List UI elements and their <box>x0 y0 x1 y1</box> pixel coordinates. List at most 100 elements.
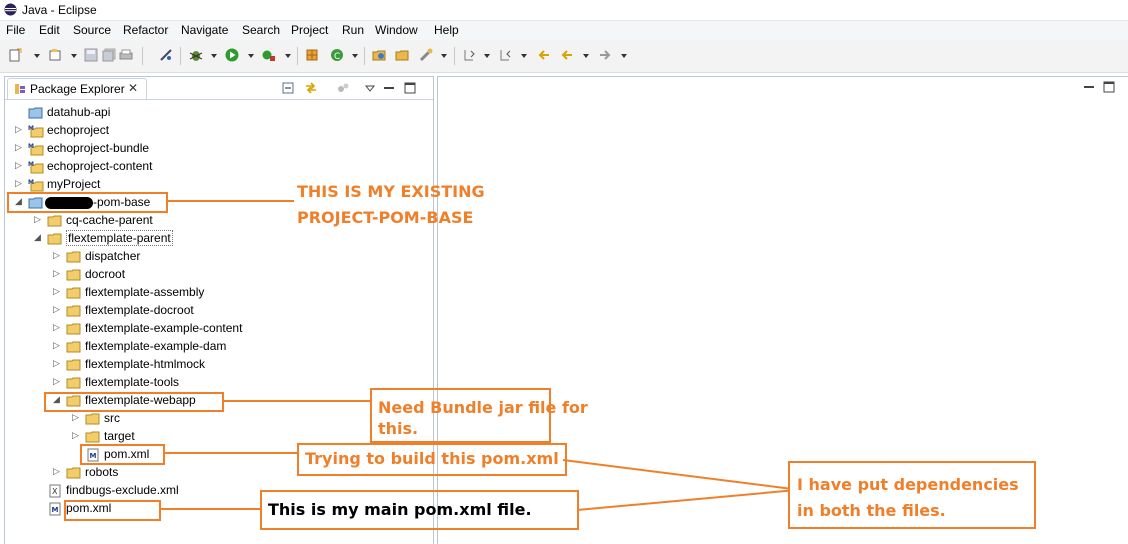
new-java-package-icon[interactable] <box>305 48 319 62</box>
expand-toggle-icon[interactable]: ▷ <box>15 124 22 135</box>
save-icon[interactable] <box>84 48 98 62</box>
tree-item-label: dispatcher <box>85 249 141 263</box>
tree-item-flextemplate-example-dam[interactable]: ▷ flextemplate-example-dam <box>5 338 425 356</box>
expand-toggle-icon[interactable]: ▷ <box>53 340 60 351</box>
open-type-icon[interactable] <box>372 48 386 62</box>
collapse-all-icon[interactable] <box>281 81 295 95</box>
new-class-dropdown-icon[interactable] <box>352 54 358 58</box>
maven-pom-icon: M <box>47 502 63 516</box>
link-with-editor-icon[interactable] <box>304 81 318 95</box>
previous-annotation-dropdown-icon[interactable] <box>521 54 527 58</box>
tree-item-echoproject-content[interactable]: ▷ Mechoproject-content <box>5 158 425 176</box>
maven-project-icon: M <box>28 178 44 192</box>
expand-toggle-icon[interactable]: ▷ <box>53 358 60 369</box>
forward-dropdown-icon[interactable] <box>621 54 627 58</box>
next-annotation-dropdown-icon[interactable] <box>484 54 490 58</box>
annotation-main-pom: This is my main pom.xml file. <box>268 500 532 519</box>
print-icon[interactable] <box>119 48 133 62</box>
maven-project-icon: M <box>28 142 44 156</box>
open-folder-icon[interactable] <box>395 48 409 62</box>
tree-item-echoproject[interactable]: ▷ Mechoproject <box>5 122 425 140</box>
tree-item-echoproject-bundle[interactable]: ▷ Mechoproject-bundle <box>5 140 425 158</box>
tab-label: Package Explorer <box>30 82 125 96</box>
expand-toggle-icon[interactable]: ▷ <box>53 322 60 333</box>
folder-icon <box>66 304 82 318</box>
tree-item-flextemplate-parent[interactable]: ◢ flextemplate-parent <box>5 230 425 248</box>
close-icon[interactable]: ✕ <box>128 81 138 95</box>
expand-toggle-icon[interactable]: ▷ <box>53 304 60 315</box>
menu-window[interactable]: Window <box>375 23 418 37</box>
menu-source[interactable]: Source <box>73 23 111 37</box>
search-dropdown-icon[interactable] <box>441 54 447 58</box>
view-menu-icon[interactable] <box>363 81 377 95</box>
tree-item-label: datahub-api <box>47 105 111 119</box>
new-dropdown-icon[interactable] <box>34 54 40 58</box>
back-dropdown-icon[interactable] <box>583 54 589 58</box>
window-title: Java - Eclipse <box>22 3 97 17</box>
package-explorer-icon <box>15 84 25 94</box>
editor-minimize-icon[interactable] <box>1083 81 1095 93</box>
back-icon[interactable] <box>560 48 574 62</box>
menu-project[interactable]: Project <box>291 23 328 37</box>
save-all-icon[interactable] <box>102 48 116 62</box>
tree-item-dispatcher[interactable]: ▷ dispatcher <box>5 248 425 266</box>
new-java-class-icon[interactable]: C <box>330 48 344 62</box>
expand-toggle-icon[interactable]: ▷ <box>34 214 41 225</box>
tree-item-label: target <box>104 429 135 443</box>
new-java-project-icon[interactable] <box>48 48 62 62</box>
tree-item-flextemplate-example-content[interactable]: ▷ flextemplate-example-content <box>5 320 425 338</box>
expand-toggle-icon[interactable]: ▷ <box>53 466 60 477</box>
menu-edit[interactable]: Edit <box>39 23 60 37</box>
menu-file[interactable]: File <box>6 23 25 37</box>
tree-item-flextemplate-assembly[interactable]: ▷ flextemplate-assembly <box>5 284 425 302</box>
expand-toggle-icon[interactable]: ▷ <box>53 268 60 279</box>
svg-text:M: M <box>28 125 34 132</box>
menu-refactor[interactable]: Refactor <box>123 23 168 37</box>
menu-run[interactable]: Run <box>342 23 364 37</box>
collapse-toggle-icon[interactable]: ◢ <box>34 232 41 243</box>
tree-item-flextemplate-htmlmock[interactable]: ▷ flextemplate-htmlmock <box>5 356 425 374</box>
tree-item-docroot[interactable]: ▷ docroot <box>5 266 425 284</box>
expand-toggle-icon[interactable]: ▷ <box>72 412 79 423</box>
last-edit-location-icon[interactable] <box>537 48 551 62</box>
new-icon[interactable] <box>8 48 22 62</box>
new-project-dropdown-icon[interactable] <box>71 54 77 58</box>
tree-item-flextemplate-docroot[interactable]: ▷ flextemplate-docroot <box>5 302 425 320</box>
editor-maximize-icon[interactable] <box>1103 81 1115 93</box>
xml-file-icon: X <box>47 484 63 498</box>
external-tools-dropdown-icon[interactable] <box>285 54 291 58</box>
expand-toggle-icon[interactable]: ▷ <box>53 250 60 261</box>
run-dropdown-icon[interactable] <box>248 54 254 58</box>
maximize-icon[interactable] <box>403 81 417 95</box>
svg-text:M: M <box>28 161 34 168</box>
external-tools-icon[interactable] <box>262 48 276 62</box>
svg-text:M: M <box>52 506 59 514</box>
tree-item-flextemplate-tools[interactable]: ▷ flextemplate-tools <box>5 374 425 392</box>
expand-toggle-icon[interactable]: ▷ <box>53 286 60 297</box>
tree-item-label: echoproject <box>47 123 110 137</box>
expand-toggle-icon[interactable]: ▷ <box>15 178 22 189</box>
skip-breakpoints-icon[interactable] <box>159 48 173 62</box>
menu-navigate[interactable]: Navigate <box>181 23 228 37</box>
tree-item-datahub-api[interactable]: datahub-api <box>5 104 425 122</box>
tree-item-src[interactable]: ▷ src <box>5 410 425 428</box>
tab-package-explorer[interactable]: Package Explorer ✕ <box>7 78 147 99</box>
minimize-icon[interactable] <box>382 81 396 95</box>
previous-annotation-icon[interactable] <box>498 48 512 62</box>
maven-project-icon: M <box>28 160 44 174</box>
maven-project-icon: M <box>28 124 44 138</box>
menu-help[interactable]: Help <box>434 23 459 37</box>
search-icon[interactable] <box>419 48 433 62</box>
expand-toggle-icon[interactable]: ▷ <box>53 376 60 387</box>
debug-dropdown-icon[interactable] <box>211 54 217 58</box>
expand-toggle-icon[interactable]: ▷ <box>72 430 79 441</box>
run-icon[interactable] <box>225 48 239 62</box>
expand-toggle-icon[interactable]: ▷ <box>15 142 22 153</box>
expand-toggle-icon[interactable]: ▷ <box>15 160 22 171</box>
next-annotation-icon[interactable] <box>462 48 476 62</box>
forward-icon[interactable] <box>598 48 612 62</box>
menu-search[interactable]: Search <box>242 23 280 37</box>
debug-icon[interactable] <box>189 48 203 62</box>
tree-item-label: echoproject-content <box>47 159 153 173</box>
focus-workspace-icon[interactable] <box>336 81 350 95</box>
